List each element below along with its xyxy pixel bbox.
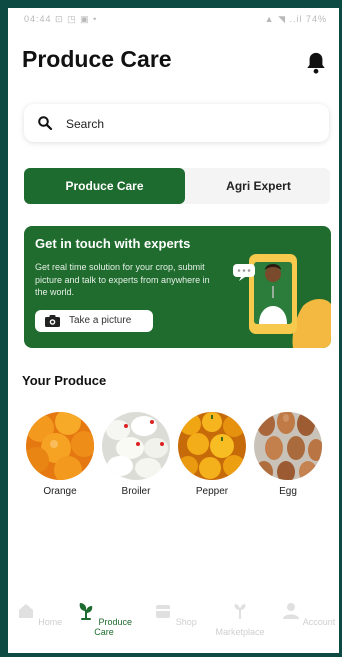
your-produce-heading: Your Produce [22,373,107,388]
app-screen: 04:44 ⊡ ◳ ▣ • ▲ ◥ ..il 74% Produce Care … [8,8,339,653]
segment-tabs: Produce Care Agri Expert [24,168,330,204]
take-picture-label: Take a picture [69,315,132,326]
banner-description: Get real time solution for your crop, su… [35,262,210,297]
camera-icon [45,315,60,327]
produce-item-orange[interactable]: Orange [25,412,95,497]
banner-heading: Get in touch with experts [35,236,191,251]
status-left: 04:44 ⊡ ◳ ▣ • [24,14,98,24]
produce-item-broiler[interactable]: Broiler [101,412,171,497]
produce-item-egg[interactable]: Egg [253,412,323,497]
orange-image [26,412,94,480]
shop-icon [156,605,171,618]
broiler-image [102,412,170,480]
produce-item-pepper[interactable]: Pepper [177,412,247,497]
nav-label: Home [38,617,63,627]
produce-label: Egg [279,486,297,497]
nav-label: Produce Care [94,617,133,637]
nav-item-shop[interactable]: Shop [144,601,206,627]
egg-image [254,412,322,480]
nav-item-produce-care[interactable]: Produce Care [73,601,135,637]
nav-item-home[interactable]: Home [8,601,70,627]
produce-label: Broiler [121,486,151,497]
nav-item-marketplace[interactable]: Marketplace [209,601,271,637]
page-title: Produce Care [22,46,172,72]
nav-label: Marketplace [215,627,265,637]
nav-item-account[interactable]: Account [277,601,339,627]
bell-icon[interactable] [305,51,327,75]
account-icon [282,603,299,619]
bottom-navigation: Home Produce Care Shop Marketplace Accou… [8,593,339,653]
take-picture-button[interactable]: Take a picture [35,310,153,332]
search-bar[interactable] [24,104,329,142]
produce-label: Orange [43,486,77,497]
nav-label: Shop [175,617,197,627]
status-bar: 04:44 ⊡ ◳ ▣ • ▲ ◥ ..il 74% [8,8,339,30]
nav-label: Account [302,617,336,627]
pepper-image [178,412,246,480]
doctor-phone-illustration [233,254,331,348]
search-icon [38,116,53,131]
home-icon [18,604,33,618]
tab-produce-care[interactable]: Produce Care [24,168,185,204]
search-input[interactable] [64,113,308,135]
status-right: ▲ ◥ ..il 74% [264,14,327,24]
plant-icon [79,603,93,620]
tab-agri-expert[interactable]: Agri Expert [187,168,330,204]
experts-banner: Get in touch with experts Get real time … [24,226,331,348]
farm-icon [234,604,246,619]
produce-label: Pepper [195,486,229,497]
